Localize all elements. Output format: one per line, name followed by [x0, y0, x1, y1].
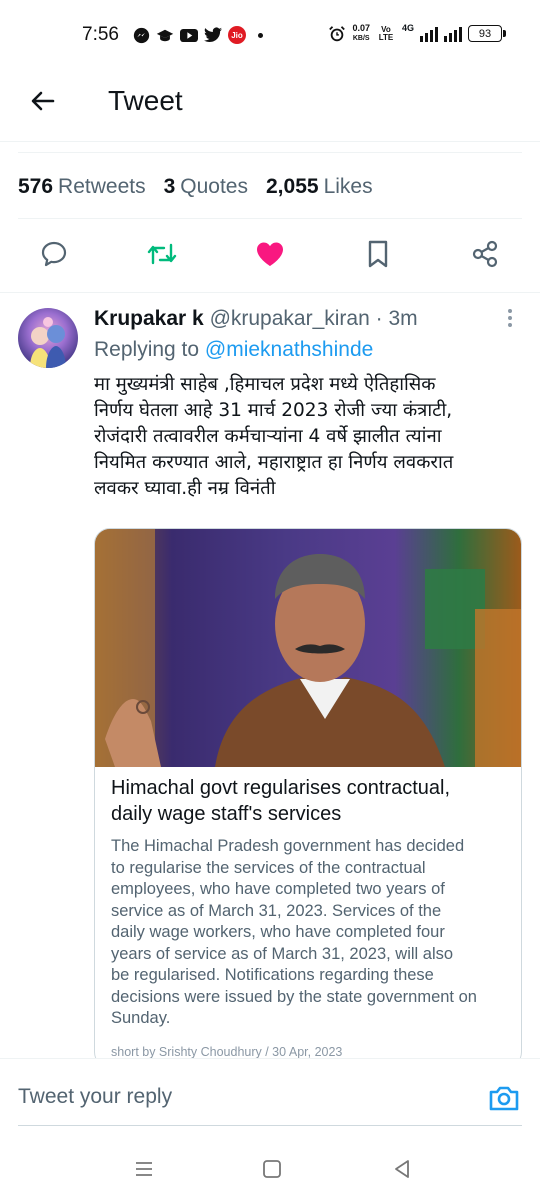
volte-indicator: Vo LTE — [378, 24, 394, 42]
arrow-left-icon[interactable] — [26, 84, 60, 118]
author-name[interactable]: Krupakar k — [94, 307, 204, 330]
tweet-time: · 3m — [375, 307, 418, 330]
net-speed: 0.07 KB/S — [352, 23, 370, 43]
replying-to: Replying to @mieknathshinde — [94, 338, 374, 361]
messenger-icon — [132, 26, 150, 44]
system-icons: 0.07 KB/S Vo LTE 4G 93 — [328, 22, 506, 43]
replying-to-handle[interactable]: @mieknathshinde — [205, 338, 373, 361]
home-icon[interactable] — [259, 1156, 285, 1182]
system-nav-bar — [0, 1142, 540, 1200]
divider — [18, 218, 522, 219]
camera-icon[interactable] — [487, 1081, 521, 1115]
recent-apps-icon[interactable] — [131, 1156, 157, 1182]
signal-strength-1-icon — [420, 26, 438, 42]
comment-icon[interactable] — [36, 236, 72, 272]
status-time: 7:56 — [82, 24, 119, 45]
jio-icon: Jio — [228, 26, 246, 44]
status-bar: 7:56 Jio 0.07 KB/S Vo LTE 4G 93 — [0, 0, 540, 70]
divider — [18, 152, 522, 153]
reply-input[interactable]: Tweet your reply — [18, 1085, 172, 1109]
alarm-icon — [328, 25, 346, 43]
tweet-header: Krupakar k @krupakar_kiran · 3m — [94, 307, 418, 331]
card-source: short by Srishty Choudhury / 30 Apr, 202… — [111, 1045, 343, 1059]
twitter-bird-icon — [204, 26, 222, 44]
card-description: The Himachal Pradesh government has deci… — [111, 837, 477, 1027]
divider — [0, 292, 540, 293]
tweet-text: मा मुख्यमंत्री साहेब ,हिमाचल प्रदेश मध्य… — [94, 374, 454, 499]
youtube-icon — [180, 26, 198, 44]
top-app-bar: Tweet — [0, 70, 540, 142]
author-handle[interactable]: @krupakar_kiran — [210, 307, 370, 330]
graduation-cap-icon — [156, 26, 174, 44]
tweet-stats: 576 Retweets 3 Quotes 2,055 Likes — [18, 175, 373, 199]
notification-icons: Jio — [132, 26, 263, 44]
likes-stat[interactable]: 2,055 Likes — [266, 175, 373, 199]
network-type: 4G — [401, 22, 414, 33]
reply-underline — [18, 1125, 522, 1126]
heart-icon[interactable] — [252, 236, 288, 272]
back-nav-icon[interactable] — [389, 1156, 415, 1182]
more-notifications-dot — [258, 32, 263, 38]
more-vertical-icon[interactable] — [500, 306, 520, 332]
page-title: Tweet — [108, 85, 183, 116]
share-icon[interactable] — [467, 236, 503, 272]
bookmark-icon[interactable] — [360, 236, 396, 272]
tweet-actions — [0, 236, 540, 276]
card-title: Himachal govt regularises contractual, d… — [111, 777, 451, 825]
quotes-stat[interactable]: 3 Quotes — [164, 175, 248, 199]
battery-icon: 93 — [468, 25, 506, 42]
link-card[interactable]: Himachal govt regularises contractual, d… — [94, 528, 522, 1068]
avatar[interactable] — [18, 308, 78, 368]
retweets-stat[interactable]: 576 Retweets — [18, 175, 146, 199]
signal-strength-2-icon — [444, 26, 462, 42]
reply-bar: Tweet your reply — [0, 1058, 540, 1142]
card-image — [95, 529, 521, 767]
retweet-icon[interactable] — [144, 236, 180, 272]
